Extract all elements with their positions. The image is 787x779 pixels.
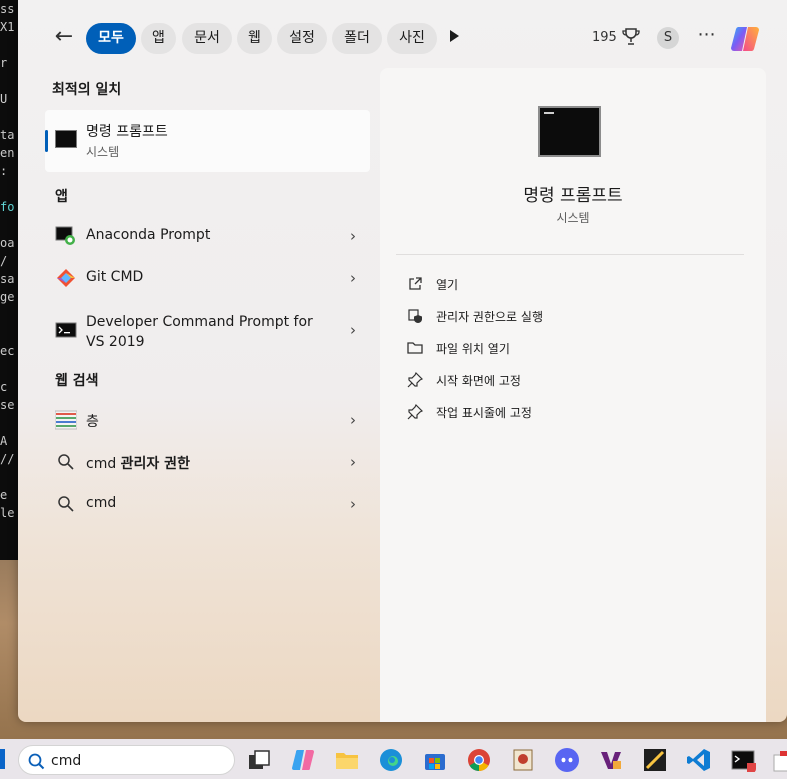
web-result-label: 층 [86,414,99,430]
action-label: 파일 위치 열기 [436,342,510,356]
chevron-right-icon[interactable]: › [350,495,356,513]
edge-browser-icon[interactable] [378,747,404,773]
apps-heading: 앱 [55,189,68,205]
account-avatar[interactable]: S [657,27,679,49]
search-icon [58,496,74,512]
app-result-developer-command-prompt[interactable]: Developer Command Prompt for VS 2019 › [45,310,370,350]
preview-subtitle: 시스템 [556,211,590,225]
action-label: 시작 화면에 고정 [436,374,521,388]
app-result-label: Git CMD [86,269,144,285]
play-more-filters-icon[interactable] [450,30,459,42]
rewards-trophy-icon[interactable] [622,27,640,47]
taskbar-app-partial-icon[interactable] [772,747,787,773]
copilot-icon[interactable] [730,24,760,54]
x64-native-tools-icon[interactable] [642,747,668,773]
pin-icon [407,404,423,420]
filter-tab-web[interactable]: 웹 [237,23,272,54]
copilot-taskbar-icon[interactable] [290,747,316,773]
filter-tab-folders[interactable]: 폴더 [332,23,382,54]
anaconda-prompt-icon [55,226,75,245]
app-result-git-cmd[interactable]: Git CMD › [45,258,370,298]
task-view-icon[interactable] [246,747,272,773]
filter-tab-settings[interactable]: 설정 [277,23,327,54]
filter-bar: ← 모두 앱 문서 웹 설정 폴더 사진 195 S ⋯ [18,20,787,56]
filter-tab-all[interactable]: 모두 [86,23,136,54]
web-result-cmd[interactable]: cmd › [45,484,370,524]
vs-installer-icon[interactable] [598,747,624,773]
action-pin-to-start[interactable]: 시작 화면에 고정 [404,366,744,394]
web-result-label: cmd [86,495,117,511]
app-result-label: Developer Command Prompt for VS 2019 [86,314,313,350]
search-icon [28,753,45,770]
best-match-subtitle: 시스템 [86,145,120,159]
command-prompt-large-icon [538,106,601,157]
action-label: 작업 표시줄에 고정 [436,406,532,420]
best-match-command-prompt[interactable]: 명령 프롬프트 시스템 [45,110,370,172]
taskbar-search-input[interactable] [51,751,221,771]
vs-code-icon[interactable] [686,747,712,773]
file-explorer-icon[interactable] [334,747,360,773]
best-match-title: 명령 프롬프트 [86,124,168,140]
taskbar [0,739,787,779]
chrome-browser-icon[interactable] [466,747,492,773]
chevron-right-icon[interactable]: › [350,269,356,287]
action-label: 관리자 권한으로 실행 [436,310,543,324]
filter-tab-apps[interactable]: 앱 [141,23,176,54]
preview-pane: 명령 프롬프트 시스템 열기 관리자 권한으로 실행 파일 위치 열기 시작 화… [380,68,766,722]
web-search-heading: 웹 검색 [55,373,99,389]
shield-icon [408,309,422,324]
background-terminal-window: ss X1 r U ta en: fo oa / sa ge ec c se A// e le [0,0,20,560]
preview-title: 명령 프롬프트 [523,186,623,206]
web-result-label: cmd 관리자 권한 [86,456,190,472]
taskbar-search-box[interactable] [18,745,235,775]
filter-tab-photos[interactable]: 사진 [387,23,437,54]
back-arrow-icon[interactable]: ← [52,26,76,50]
folder-icon [407,342,423,354]
app-result-anaconda-prompt[interactable]: Anaconda Prompt › [45,216,370,256]
paint-app-icon[interactable] [510,747,536,773]
chevron-right-icon[interactable]: › [350,227,356,245]
action-run-as-admin[interactable]: 관리자 권한으로 실행 [404,302,744,330]
selection-accent-bar [45,130,48,152]
discord-icon[interactable] [554,747,580,773]
action-label: 열기 [436,278,459,292]
action-open[interactable]: 열기 [404,270,744,298]
chevron-right-icon[interactable]: › [350,453,356,471]
web-result-floor[interactable]: 층 › [45,400,370,440]
search-icon [58,454,74,470]
action-open-file-location[interactable]: 파일 위치 열기 [404,334,744,362]
chevron-right-icon[interactable]: › [350,411,356,429]
open-external-icon [409,277,422,290]
start-menu-search-panel: ← 모두 앱 문서 웹 설정 폴더 사진 195 S ⋯ 최적의 일치 명령 프… [18,0,787,722]
action-pin-to-taskbar[interactable]: 작업 표시줄에 고정 [404,398,744,426]
microsoft-store-icon[interactable] [422,747,448,773]
start-button-edge[interactable] [0,749,5,769]
pin-icon [407,372,423,388]
rewards-points: 195 [592,30,617,45]
app-result-label: Anaconda Prompt [86,227,211,243]
chevron-right-icon[interactable]: › [350,321,356,339]
command-prompt-icon [55,130,77,148]
divider [396,254,744,255]
filter-tab-documents[interactable]: 문서 [182,23,232,54]
developer-command-prompt-icon [55,322,77,338]
best-match-heading: 최적의 일치 [52,82,122,98]
more-options-icon[interactable]: ⋯ [696,24,718,46]
web-image-thumbnail-icon [55,410,77,430]
web-result-cmd-admin[interactable]: cmd 관리자 권한 › [45,442,370,482]
git-cmd-icon [57,269,75,287]
command-prompt-taskbar-icon[interactable] [730,747,756,773]
